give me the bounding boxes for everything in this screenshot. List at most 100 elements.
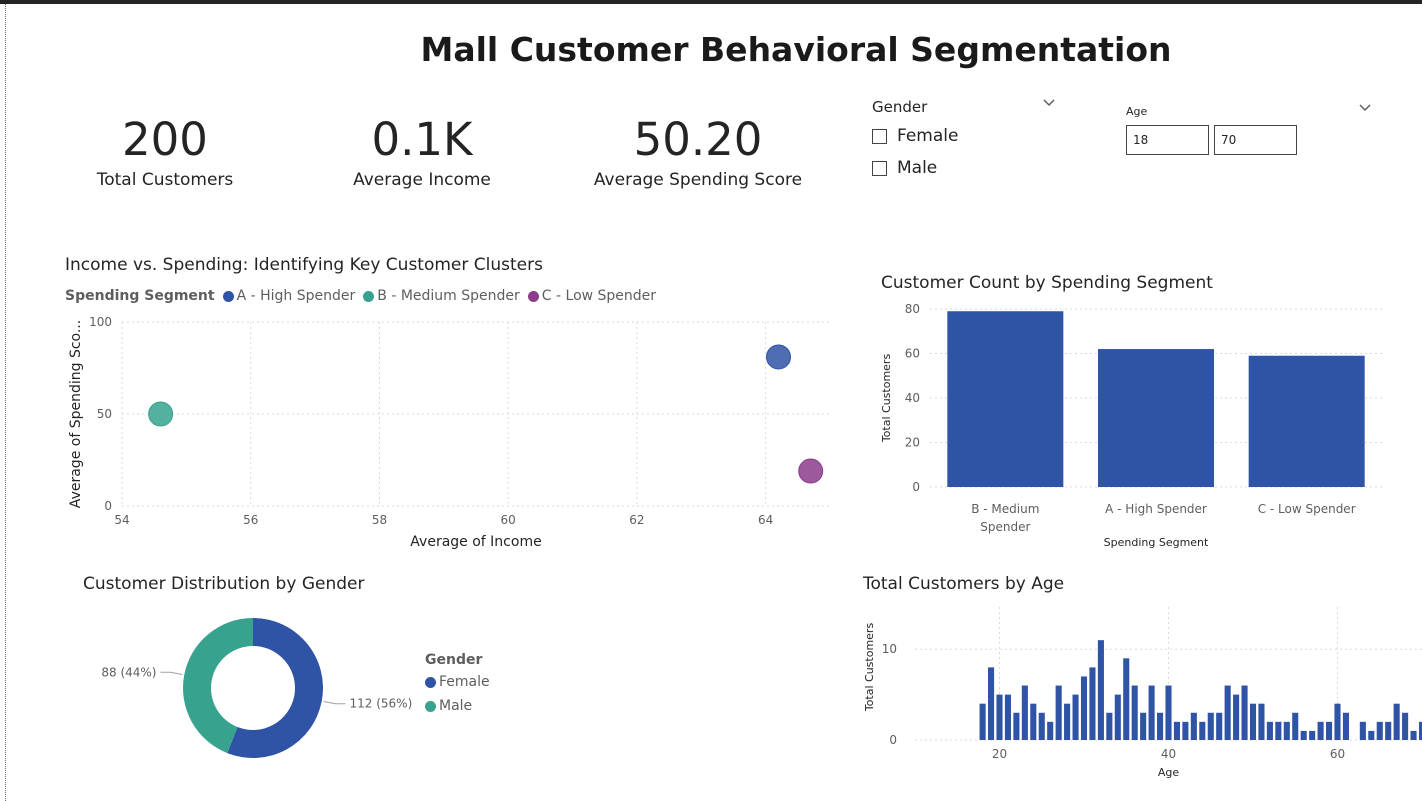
donut-data-label: 112 (56%) (350, 697, 413, 711)
female-checkbox[interactable] (872, 128, 887, 144)
kpi-label: Average Income (353, 170, 491, 190)
age-bar (1207, 712, 1214, 740)
age-bar (1114, 694, 1121, 740)
age-x-tick-label: 20 (992, 747, 1007, 761)
age-bar (1258, 703, 1265, 740)
scatter-x-tick-label: 62 (629, 513, 644, 527)
segment-x-axis-label: Spending Segment (1104, 536, 1209, 549)
legend-label-low: C - Low Spender (541, 288, 657, 304)
age-bar (1165, 685, 1172, 740)
gender-option-female[interactable]: Female (872, 125, 958, 147)
donut-data-label: 88 (44%) (101, 665, 156, 679)
age-bar (1106, 712, 1113, 740)
age-bar (1292, 712, 1299, 740)
age-max-input[interactable] (1214, 125, 1297, 155)
age-bar (1334, 703, 1341, 740)
age-bar (1131, 685, 1138, 740)
age-bar (1080, 676, 1088, 740)
scatter-y-tick-label: 100 (89, 315, 112, 329)
age-slicer-title: Age (1126, 105, 1148, 118)
donut-leader-line (160, 671, 183, 675)
segment-y-tick-label: 0 (912, 480, 920, 494)
segment-chart-title: Customer Count by Spending Segment (881, 273, 1213, 293)
age-x-axis-label: Age (1158, 766, 1180, 779)
segment-y-tick-label: 20 (905, 436, 920, 450)
male-option-label: Male (897, 158, 938, 178)
scatter-point (148, 401, 174, 427)
age-bar (1055, 685, 1062, 740)
legend-item-high[interactable]: A - High Spender (222, 288, 356, 304)
segment-x-tick-label: A - High Spender (1105, 502, 1207, 516)
scatter-x-axis-label: Average of Income (410, 534, 541, 550)
age-bar (1410, 730, 1417, 740)
age-slicer-chevron-down-icon[interactable] (1358, 101, 1372, 119)
gender-slicer-title: Gender (872, 98, 928, 116)
gender-legend: Gender Female Male (425, 652, 490, 722)
page-title: Mall Customer Behavioral Segmentation (420, 30, 1172, 69)
segment-y-tick-label: 60 (905, 347, 920, 361)
segment-y-tick-label: 40 (905, 391, 920, 405)
age-min-input[interactable] (1126, 125, 1209, 155)
age-bar (1173, 721, 1180, 740)
scatter-legend: Spending Segment A - High Spender B - Me… (65, 288, 664, 304)
age-bar (1097, 640, 1104, 740)
legend-label-medium: B - Medium Spender (377, 288, 520, 304)
kpi-average-income: 0.1K Average Income (337, 112, 507, 190)
age-bar (1275, 721, 1282, 740)
age-bar (1224, 685, 1231, 740)
scatter-y-tick-label: 0 (104, 499, 112, 513)
left-border (5, 4, 6, 801)
kpi-label: Average Spending Score (593, 170, 803, 190)
scatter-x-tick-label: 64 (758, 513, 773, 527)
age-y-tick-label: 10 (882, 642, 897, 656)
segment-bar (1248, 355, 1365, 487)
segment-bar (1097, 349, 1215, 487)
scatter-x-tick-label: 60 (501, 513, 516, 527)
age-chart-title: Total Customers by Age (863, 574, 1065, 594)
age-bar (1393, 703, 1400, 740)
age-bar (1241, 685, 1248, 740)
age-bar (1376, 721, 1383, 740)
segment-x-tick-label: C - Low Spender (1258, 502, 1356, 516)
age-bar (1342, 712, 1349, 740)
segment-bar-chart: 0 20 40 60 80 B - Medium Spender A - High Spend… (880, 302, 1382, 549)
age-bar (1030, 703, 1037, 740)
scatter-point (766, 344, 792, 370)
legend-item-low[interactable]: C - Low Spender (527, 288, 657, 304)
age-bar (1004, 694, 1011, 740)
age-bar (1013, 712, 1020, 740)
male-checkbox[interactable] (872, 160, 887, 176)
legend-dot-female (425, 676, 436, 688)
scatter-y-tick-label: 50 (97, 407, 112, 421)
kpi-value: 200 (122, 113, 208, 166)
gender-legend-item-male[interactable]: Male (425, 698, 490, 714)
scatter-chart: 0 50 100 54 56 58 60 62 64 Average of Income Avera… (68, 315, 830, 550)
age-bar (1326, 721, 1333, 740)
age-bar (988, 667, 995, 740)
age-bar-chart: 0 10 20 40 60 Age Total Customers (863, 607, 1422, 779)
age-bar (979, 703, 986, 740)
age-y-tick-label: 0 (889, 733, 897, 747)
gender-slicer-chevron-down-icon[interactable] (1042, 96, 1056, 114)
age-bar (1038, 712, 1045, 740)
scatter-x-tick-label: 54 (114, 513, 129, 527)
kpi-average-spending-score: 50.20 Average Spending Score (587, 112, 809, 190)
gender-legend-item-female[interactable]: Female (425, 674, 490, 690)
legend-dot-low (527, 290, 539, 302)
legend-item-medium[interactable]: B - Medium Spender (363, 288, 520, 304)
kpi-value: 0.1K (371, 113, 473, 166)
age-bar (1157, 712, 1164, 740)
age-bar (1089, 667, 1096, 740)
age-bar (1199, 721, 1206, 740)
gender-chart-title: Customer Distribution by Gender (83, 574, 365, 594)
legend-label-high: A - High Spender (236, 288, 356, 304)
age-x-tick-label: 40 (1161, 747, 1176, 761)
age-bar (1402, 712, 1409, 740)
age-bar (1359, 721, 1366, 740)
donut-leader-line (323, 701, 346, 705)
legend-dot-male (425, 700, 436, 712)
age-bar (1140, 712, 1147, 740)
top-border (0, 0, 1422, 4)
age-y-axis-label: Total Customers (863, 623, 876, 713)
gender-option-male[interactable]: Male (872, 157, 937, 179)
